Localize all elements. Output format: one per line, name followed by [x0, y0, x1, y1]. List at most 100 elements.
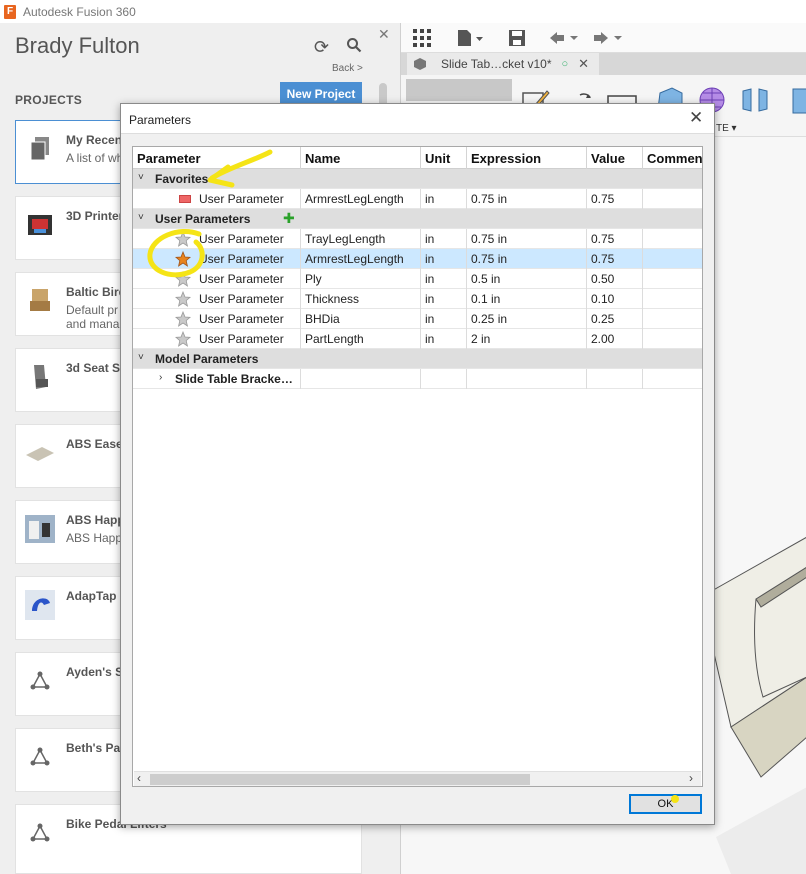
unit-cell[interactable]: in	[421, 229, 467, 249]
parameter-cell: User Parameter	[195, 309, 301, 329]
close-tab-icon[interactable]: ✕	[578, 56, 589, 72]
expand-chevron-icon[interactable]: ›	[159, 372, 162, 383]
table-row[interactable]: User Parameter Ply in 0.5 in 0.50	[133, 269, 702, 289]
name-cell	[301, 369, 421, 389]
collapse-chevron-icon[interactable]: ˅	[138, 172, 144, 183]
project-title: AdapTap	[66, 589, 117, 603]
save-icon[interactable]	[508, 29, 526, 47]
document-tab-bar: Slide Tab…cket v10* ○ ✕	[401, 53, 806, 75]
unit-cell[interactable]: in	[421, 269, 467, 289]
scroll-left-icon[interactable]: ‹	[137, 771, 141, 785]
name-cell[interactable]: Ply	[301, 269, 421, 289]
table-row[interactable]: User Parameter TrayLegLength in 0.75 in 0.75	[133, 229, 702, 249]
mirror-tool-icon[interactable]	[739, 85, 771, 115]
unit-cell[interactable]: in	[421, 249, 467, 269]
favorite-star-icon[interactable]	[174, 250, 192, 267]
project-title: My Recen	[66, 133, 123, 147]
expression-cell[interactable]: 2 in	[467, 329, 587, 349]
star-icon[interactable]	[174, 310, 192, 327]
model-parameters-group-row[interactable]: ˅ Model Parameters	[133, 349, 702, 369]
column-header-comment[interactable]: Commen	[643, 147, 702, 169]
unit-cell	[421, 369, 467, 389]
document-tab-label: Slide Tab…cket v10*	[441, 57, 552, 71]
fusion-placeholder-icon	[24, 741, 56, 773]
name-cell[interactable]: Thickness	[301, 289, 421, 309]
name-cell[interactable]: ArmrestLegLength	[301, 189, 421, 209]
expression-cell[interactable]: 0.75 in	[467, 229, 587, 249]
workspace-switcher[interactable]	[406, 79, 512, 101]
printer-icon	[24, 209, 56, 241]
expression-cell[interactable]: 0.75 in	[467, 249, 587, 269]
close-panel-icon[interactable]: ✕	[378, 26, 390, 43]
value-cell: 2.00	[587, 329, 643, 349]
remove-favorite-icon[interactable]	[179, 195, 191, 203]
unit-cell[interactable]: in	[421, 189, 467, 209]
photo-icon	[24, 513, 56, 545]
unit-cell[interactable]: in	[421, 329, 467, 349]
column-header-expression[interactable]: Expression	[467, 147, 587, 169]
project-title: Beth's Pa	[66, 741, 121, 755]
project-title: ABS Happ	[66, 513, 125, 527]
comment-cell[interactable]	[643, 189, 702, 209]
user-name: Brady Fulton	[15, 33, 140, 58]
comment-cell[interactable]	[643, 269, 702, 289]
table-row[interactable]: User Parameter PartLength in 2 in 2.00	[133, 329, 702, 349]
scroll-right-icon[interactable]: ›	[689, 771, 693, 785]
column-header-parameter[interactable]: Parameter	[133, 147, 301, 169]
column-header-value[interactable]: Value	[587, 147, 643, 169]
comment-cell[interactable]	[643, 249, 702, 269]
name-cell[interactable]: ArmrestLegLength	[301, 249, 421, 269]
sync-status-icon: ○	[561, 58, 569, 70]
comment-cell[interactable]	[643, 309, 702, 329]
comment-cell[interactable]	[643, 289, 702, 309]
document-tab[interactable]: Slide Tab…cket v10* ○ ✕	[407, 53, 599, 75]
redo-icon[interactable]	[592, 30, 626, 46]
name-cell[interactable]: PartLength	[301, 329, 421, 349]
tap-icon	[24, 589, 56, 621]
parameter-cell: User Parameter	[195, 189, 301, 209]
grid-menu-icon[interactable]	[413, 29, 431, 47]
undo-icon[interactable]	[548, 30, 582, 46]
search-icon[interactable]	[346, 37, 362, 58]
model-parameters-group-label: Model Parameters	[155, 352, 259, 366]
star-icon[interactable]	[174, 270, 192, 287]
collapse-chevron-icon[interactable]: ˅	[138, 212, 144, 223]
user-parameters-group-row[interactable]: ˅ User Parameters ✚	[133, 209, 702, 229]
comment-cell[interactable]	[643, 229, 702, 249]
column-header-name[interactable]: Name	[301, 147, 421, 169]
create-menu-label[interactable]: TE ▾	[716, 123, 737, 134]
favorites-group-row[interactable]: ˅ Favorites	[133, 169, 702, 189]
horizontal-scrollbar[interactable]: ‹ ›	[134, 771, 701, 786]
star-icon[interactable]	[174, 290, 192, 307]
star-icon[interactable]	[174, 230, 192, 247]
column-header-unit[interactable]: Unit	[421, 147, 467, 169]
parameters-table: Parameter Name Unit Expression Value Com…	[132, 146, 703, 787]
table-row[interactable]: User Parameter ArmrestLegLength in 0.75 in 0…	[133, 249, 702, 269]
value-cell: 0.75	[587, 249, 643, 269]
component-cube-icon	[414, 58, 426, 70]
user-parameters-group-label: User Parameters	[155, 212, 251, 226]
unit-cell[interactable]: in	[421, 309, 467, 329]
close-dialog-icon[interactable]: ✕	[689, 108, 703, 128]
table-row[interactable]: › Slide Table Bracke…	[133, 369, 702, 389]
name-cell[interactable]: TrayLegLength	[301, 229, 421, 249]
file-menu-icon[interactable]	[457, 29, 485, 47]
plane-tool-icon[interactable]	[789, 85, 806, 115]
scrollbar-thumb[interactable]	[150, 774, 530, 785]
expression-cell[interactable]: 0.1 in	[467, 289, 587, 309]
comment-cell[interactable]	[643, 329, 702, 349]
table-row[interactable]: User Parameter Thickness in 0.1 in 0.10	[133, 289, 702, 309]
table-row[interactable]: User Parameter BHDia in 0.25 in 0.25	[133, 309, 702, 329]
unit-cell[interactable]: in	[421, 289, 467, 309]
table-row[interactable]: User Parameter ArmrestLegLength in 0.75 …	[133, 189, 702, 209]
expression-cell[interactable]: 0.75 in	[467, 189, 587, 209]
name-cell[interactable]: BHDia	[301, 309, 421, 329]
refresh-icon[interactable]: ⟳	[314, 37, 329, 58]
expression-cell[interactable]: 0.25 in	[467, 309, 587, 329]
collapse-chevron-icon[interactable]: ˅	[138, 352, 144, 363]
add-parameter-icon[interactable]: ✚	[283, 210, 295, 227]
ok-button[interactable]: OK	[629, 794, 702, 814]
back-link[interactable]: Back >	[332, 63, 363, 74]
star-icon[interactable]	[174, 330, 192, 347]
expression-cell[interactable]: 0.5 in	[467, 269, 587, 289]
